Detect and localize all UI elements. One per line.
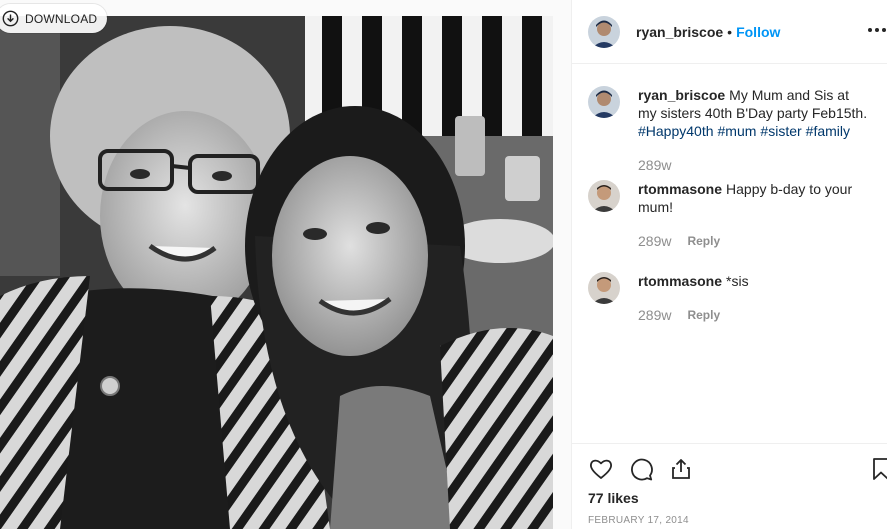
more-options-icon[interactable]: [866, 20, 887, 40]
comment-item: rtommasone *sis 289w Reply: [588, 272, 868, 324]
bookmark-icon[interactable]: [870, 456, 887, 482]
comment-meta: 289w Reply: [638, 306, 868, 324]
post-date: FEBRUARY 17, 2014: [588, 515, 689, 526]
caption-body: ryan_briscoe My Mum and Sis at my sisters…: [638, 86, 868, 174]
download-label: DOWNLOAD: [25, 11, 98, 26]
comment-username[interactable]: rtommasone: [638, 273, 722, 289]
header-username[interactable]: ryan_briscoe: [636, 24, 723, 40]
caption-text-block: ryan_briscoe My Mum and Sis at my sisters…: [638, 86, 868, 140]
download-button[interactable]: DOWNLOAD: [0, 4, 108, 33]
comment-meta: 289w Reply: [638, 232, 868, 250]
follow-button[interactable]: Follow: [736, 24, 780, 40]
header-separator: •: [727, 23, 733, 40]
caption-timestamp[interactable]: 289w: [638, 156, 671, 174]
likes-count[interactable]: 77 likes: [588, 490, 639, 506]
reply-button[interactable]: Reply: [687, 306, 720, 324]
avatar[interactable]: [588, 86, 620, 118]
post-photo[interactable]: [0, 16, 553, 529]
hashtag-link[interactable]: #Happy40th: [638, 123, 714, 139]
share-icon[interactable]: [668, 456, 694, 482]
photo-illustration: [0, 16, 553, 529]
comment-item: rtommasone Happy b-day to your mum! 289w …: [588, 180, 868, 250]
hashtag-link[interactable]: #family: [806, 123, 850, 139]
comment-body: rtommasone Happy b-day to your mum! 289w …: [638, 180, 868, 250]
caption-username[interactable]: ryan_briscoe: [638, 87, 725, 103]
post-header: ryan_briscoe • Follow: [572, 0, 887, 64]
reply-button[interactable]: Reply: [687, 232, 720, 250]
avatar[interactable]: [588, 180, 620, 212]
comment-bubble-icon[interactable]: [628, 456, 654, 482]
download-circle-icon: [2, 10, 19, 27]
comment-text-block: rtommasone *sis: [638, 272, 868, 290]
comment-text: *sis: [726, 273, 749, 289]
caption: ryan_briscoe My Mum and Sis at my sisters…: [588, 86, 868, 174]
caption-meta: 289w: [638, 156, 868, 174]
comment-username[interactable]: rtommasone: [638, 181, 722, 197]
avatar[interactable]: [588, 15, 620, 48]
comment-timestamp[interactable]: 289w: [638, 232, 671, 250]
hashtag-link[interactable]: #mum: [718, 123, 757, 139]
post-side-panel: ryan_briscoe • Follow ryan_briscoe My Mu…: [571, 0, 887, 529]
comment-timestamp[interactable]: 289w: [638, 306, 671, 324]
comment-text-block: rtommasone Happy b-day to your mum!: [638, 180, 868, 216]
post-actions: 77 likes FEBRUARY 17, 2014: [572, 443, 887, 529]
photo-pane: DOWNLOAD: [0, 0, 571, 529]
avatar[interactable]: [588, 272, 620, 304]
hashtag-link[interactable]: #sister: [760, 123, 801, 139]
comment-body: rtommasone *sis 289w Reply: [638, 272, 868, 324]
heart-icon[interactable]: [588, 456, 614, 482]
